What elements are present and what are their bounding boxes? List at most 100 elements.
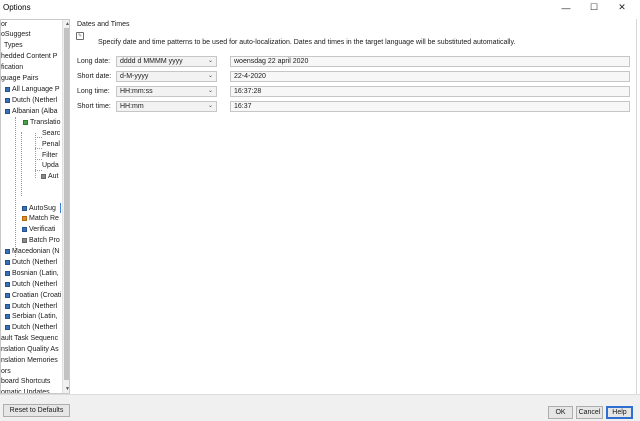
tree-item[interactable]: Match Re (22, 214, 59, 224)
long-date-preview: woensdag 22 april 2020 (230, 56, 630, 67)
tree-item[interactable]: or (1, 20, 7, 30)
tree-item[interactable]: board Shortcuts (1, 377, 50, 387)
language-pair-icon (5, 97, 10, 103)
chevron-down-icon: ⌄ (207, 103, 213, 109)
tree-item[interactable]: Verificati (22, 225, 55, 235)
language-pair-icon (5, 86, 10, 92)
tree-item[interactable]: Macedonian (N (5, 247, 59, 257)
long-time-pattern-select[interactable]: HH:mm:ss ⌄ (116, 86, 217, 97)
tree-item-label: ault Task Sequenc (1, 335, 59, 342)
tree-item[interactable]: Types (4, 41, 23, 51)
tree-item-label: Types (4, 42, 23, 49)
translation-memory-icon (23, 119, 28, 125)
tree-item[interactable]: Aut (41, 172, 59, 182)
tree-item-label: Dutch (Netherl (12, 324, 58, 331)
close-icon[interactable]: ✕ (608, 0, 636, 15)
short-time-row: Short time: HH:mm ⌄ 16:37 (77, 101, 633, 113)
long-date-row: Long date: dddd d MMMM yyyy ⌄ woensdag 2… (77, 56, 633, 68)
tree-connector (35, 159, 42, 160)
match-repair-icon (22, 215, 27, 221)
long-time-row: Long time: HH:mm:ss ⌄ 16:37:28 (77, 86, 633, 98)
tree-item-label: Searc (42, 130, 61, 137)
tree-item-label: Batch Pro (29, 237, 60, 244)
long-date-label: Long date: (77, 58, 111, 65)
long-time-pattern-value: HH:mm:ss (120, 88, 153, 95)
tree-item-label: Filter (42, 152, 58, 159)
tree-item[interactable]: Dutch (Netherl (5, 323, 57, 333)
tree-item[interactable]: Batch Pro (22, 236, 60, 246)
tree-item[interactable]: ors (1, 367, 11, 377)
reset-to-defaults-button[interactable]: Reset to Defaults (3, 404, 70, 417)
tree-item-label: ors (1, 368, 11, 375)
tree-item[interactable]: Penal (42, 140, 60, 150)
tree-item-label: Croatian (Croati (12, 292, 62, 299)
tree-item-label: All Language P (12, 86, 60, 93)
short-time-pattern-select[interactable]: HH:mm ⌄ (116, 101, 217, 112)
tree-connector (35, 133, 36, 178)
chevron-down-icon: ⌄ (207, 58, 213, 64)
tree-item-label: Verificati (29, 226, 56, 233)
long-date-pattern-select[interactable]: dddd d MMMM yyyy ⌄ (116, 56, 217, 67)
tree-item[interactable]: hedded Content P (1, 52, 57, 62)
section-title: Dates and Times (77, 21, 130, 28)
tree-item[interactable]: Bosnian (Latin, (5, 269, 59, 279)
tree-connector (21, 132, 22, 196)
tree-item[interactable]: Serbian (Latin, (5, 312, 58, 322)
ok-button[interactable]: OK (548, 406, 573, 419)
batch-processing-icon (22, 237, 27, 243)
tree-item-label: Penal (42, 141, 60, 148)
language-pair-icon (5, 292, 10, 298)
short-date-pattern-select[interactable]: d-M-yyyy ⌄ (116, 71, 217, 82)
section-description: Specify date and time patterns to be use… (98, 39, 516, 46)
tree-item-label: oSuggest (1, 31, 31, 38)
tree-item[interactable]: Translatio (23, 118, 60, 128)
tree-item[interactable]: Upda (42, 161, 59, 171)
scroll-up-icon[interactable]: ▲ (64, 20, 69, 28)
language-pair-icon (5, 281, 10, 287)
tree-item[interactable]: nslation Quality As (1, 345, 59, 355)
tree-item[interactable]: fication (1, 63, 23, 73)
cancel-button[interactable]: Cancel (576, 406, 603, 419)
tree-item[interactable]: Dutch (Netherl (5, 280, 57, 290)
tree-item-label: Dutch (Netherl (12, 259, 58, 266)
chevron-down-icon: ⌄ (207, 73, 213, 79)
options-tree[interactable]: or oSuggest Types hedded Content P fication g… (0, 19, 70, 394)
tree-item[interactable]: Dutch (Netherl (5, 258, 57, 268)
tree-item[interactable]: oSuggest (1, 30, 31, 40)
tree-item[interactable]: guage Pairs (1, 74, 38, 84)
short-date-row: Short date: d-M-yyyy ⌄ 22-4-2020 (77, 71, 633, 83)
minimize-icon[interactable]: — (552, 0, 580, 15)
tree-item-label: Bosnian (Latin, (12, 270, 59, 277)
short-time-pattern-value: HH:mm (120, 103, 144, 110)
tree-item[interactable]: Dutch (Netherl (5, 302, 57, 312)
tree-item[interactable]: Searc (42, 129, 60, 139)
tree-item-label: Match Re (29, 215, 59, 222)
tree-scrollbar[interactable]: ▲ ▼ (62, 20, 69, 393)
tree-item-label: Macedonian (N (12, 248, 60, 255)
scroll-down-icon[interactable]: ▼ (64, 385, 69, 393)
language-pair-icon (5, 303, 10, 309)
maximize-icon[interactable]: ☐ (580, 0, 608, 15)
tree-item[interactable]: Dutch (Netherl (5, 96, 57, 106)
language-pair-icon (5, 270, 10, 276)
tree-item[interactable]: ault Task Sequenc (1, 334, 58, 344)
tree-item-label: board Shortcuts (1, 378, 51, 385)
tree-item-label: Dutch (Netherl (12, 281, 58, 288)
chevron-down-icon: ⌄ (207, 88, 213, 94)
long-time-label: Long time: (77, 88, 110, 95)
language-pair-icon (5, 324, 10, 330)
tree-item[interactable]: All Language P (5, 85, 59, 95)
dates-times-panel: Dates and Times ✎ Specify date and time … (74, 19, 640, 394)
tree-item[interactable]: Albanian (Alba (5, 107, 58, 117)
tree-connector (35, 148, 42, 149)
language-pair-icon (5, 313, 10, 319)
tree-item[interactable]: nslation Memories (1, 356, 58, 366)
tree-item[interactable]: Croatian (Croati (5, 291, 61, 301)
tree-item[interactable]: Filter (42, 151, 58, 161)
panel-border (636, 19, 637, 394)
help-button[interactable]: Help (606, 406, 633, 419)
long-time-preview: 16:37:28 (230, 86, 630, 97)
tree-item-label: fication (1, 64, 24, 71)
scroll-thumb[interactable] (64, 28, 69, 380)
tree-item[interactable]: AutoSug (22, 204, 56, 214)
